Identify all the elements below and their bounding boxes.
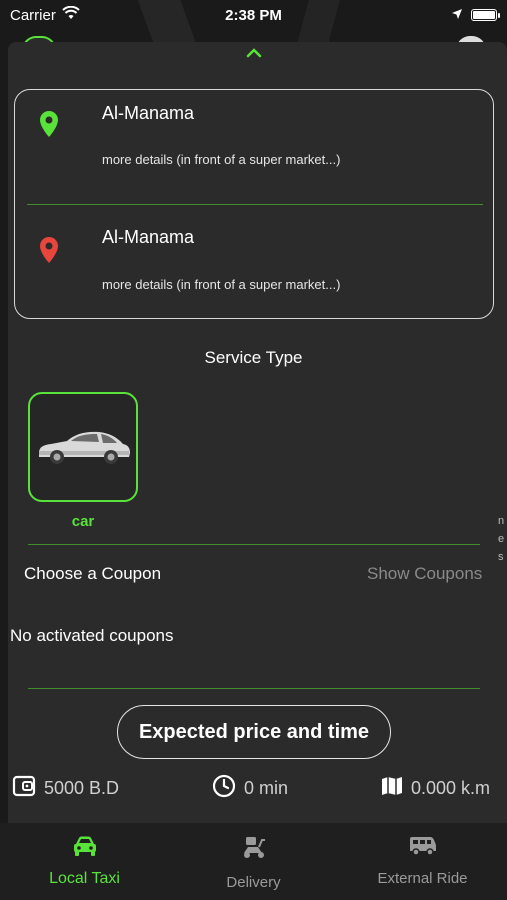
dropoff-title: Al-Manama	[102, 227, 195, 247]
tab-external-ride[interactable]: External Ride	[338, 823, 507, 900]
price-estimate: 5000 B.D	[12, 774, 119, 802]
pickup-pin-icon	[38, 110, 60, 138]
pickup-detail: more details (in front of a super market…	[102, 152, 341, 167]
clock-icon	[212, 774, 236, 803]
coupon-label: Choose a Coupon	[24, 564, 162, 583]
taxi-icon	[72, 835, 98, 862]
van-icon	[408, 835, 438, 862]
address-card: Al-Manama more details (in front of a su…	[14, 89, 494, 319]
wifi-icon	[62, 5, 80, 24]
map-edge-fragment: nes	[498, 515, 505, 563]
dropoff-pin-icon	[38, 236, 60, 264]
wallet-icon	[12, 775, 36, 802]
carrier-label: Carrier	[10, 6, 56, 24]
bottom-tab-bar: Local Taxi Delivery External Ride	[0, 823, 507, 900]
service-option-car[interactable]	[28, 392, 138, 502]
tab-label: Local Taxi	[49, 870, 120, 887]
tab-delivery[interactable]: Delivery	[169, 823, 338, 900]
service-type-heading: Service Type	[204, 348, 303, 367]
section-divider	[28, 688, 480, 689]
dropoff-detail: more details (in front of a super market…	[102, 277, 341, 292]
delivery-scooter-icon	[240, 835, 268, 866]
distance-value: 0.000 k.m	[411, 777, 491, 798]
car-icon	[33, 423, 133, 472]
pickup-title: Al-Manama	[102, 103, 195, 123]
show-coupons-link[interactable]: Show Coupons	[367, 564, 482, 584]
sheet-handle-chevron-up-icon[interactable]	[243, 46, 265, 60]
tab-local-taxi[interactable]: Local Taxi	[0, 823, 169, 900]
location-arrow-icon	[451, 7, 463, 24]
expected-price-time-button[interactable]: Expected price and time	[117, 705, 391, 759]
distance-estimate: 0.000 k.m	[381, 774, 490, 802]
dropoff-location[interactable]: Al-Manama more details (in front of a su…	[15, 204, 493, 318]
no-coupons-text: No activated coupons	[10, 626, 174, 645]
price-value: 5000 B.D	[44, 777, 120, 798]
time-estimate: 0 min	[212, 774, 288, 802]
pickup-location[interactable]: Al-Manama more details (in front of a su…	[15, 90, 493, 204]
service-option-label: car	[71, 513, 95, 530]
time-value: 0 min	[244, 777, 289, 798]
battery-icon	[471, 9, 500, 21]
tab-label: External Ride	[377, 870, 468, 887]
status-bar: Carrier 2:38 PM	[0, 0, 507, 30]
section-divider	[28, 544, 480, 545]
map-icon	[381, 775, 403, 802]
tab-label: Delivery	[226, 874, 281, 891]
